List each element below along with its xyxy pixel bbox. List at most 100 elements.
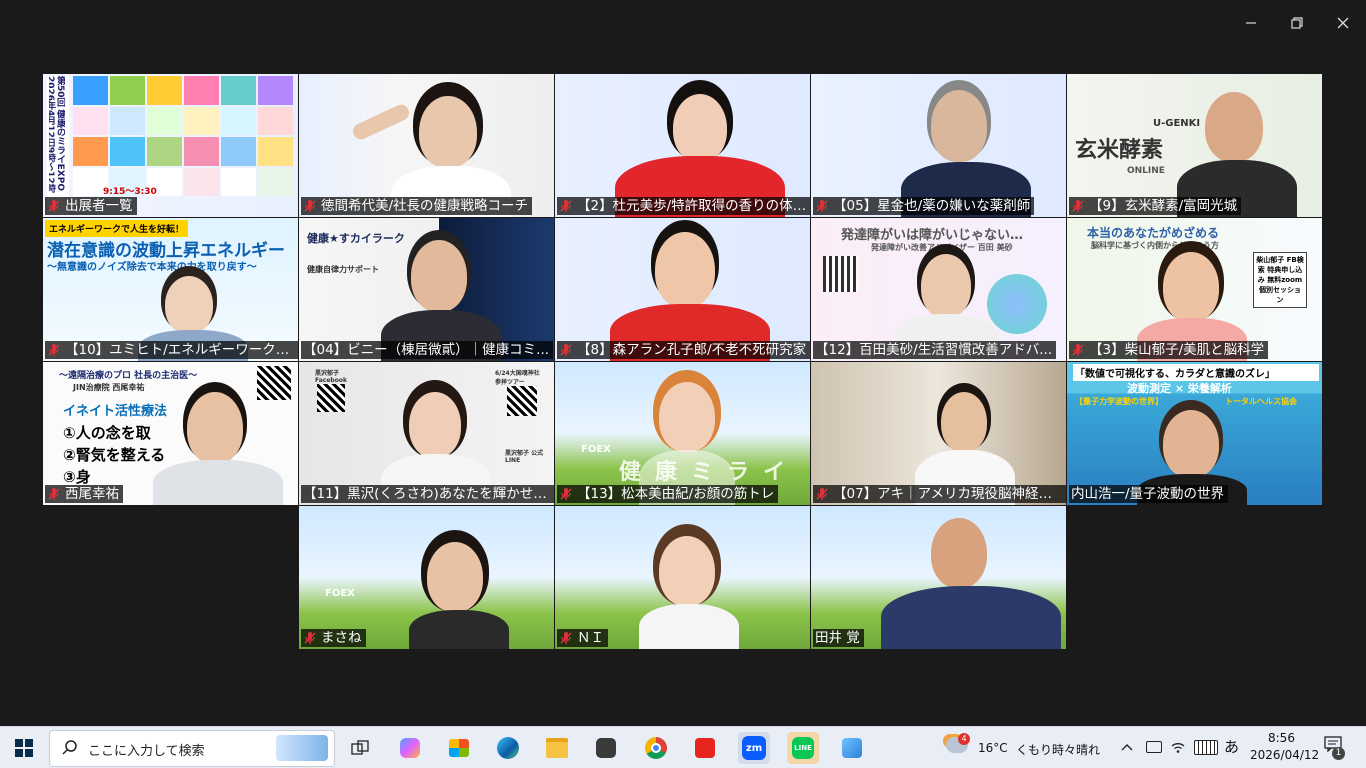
- acrobat-button[interactable]: [689, 732, 721, 764]
- minimize-icon: [1246, 22, 1256, 24]
- participant-name: 【3】柴山郁子/美肌と脳科学: [1089, 342, 1265, 358]
- video-tile[interactable]: 第50回 健康のミライEXPO 2026年4月12日9時〜12時 9:15〜3:…: [43, 74, 298, 217]
- start-button[interactable]: [8, 732, 40, 764]
- app2-button[interactable]: [836, 732, 868, 764]
- video-tile[interactable]: 【07】アキ｜アメリカ現役脳神経科...: [811, 362, 1066, 505]
- chrome-icon: [645, 737, 667, 759]
- participant-face: [931, 518, 987, 588]
- minimize-button[interactable]: [1236, 8, 1266, 38]
- notification-button[interactable]: 1: [1324, 736, 1350, 760]
- participant-name: ＮＩ: [577, 630, 604, 646]
- edge-icon: [497, 737, 519, 759]
- ime-indicator[interactable]: あ: [1224, 736, 1239, 757]
- video-tile[interactable]: 「数値で可視化する、カラダと意識のズレ」 波動測定 × 栄養解析 【量子力学波動…: [1067, 362, 1322, 505]
- video-tile[interactable]: 【05】星金也/薬の嫌いな薬剤師: [811, 74, 1066, 217]
- app-button[interactable]: [590, 732, 622, 764]
- expo-vertical-text: 第50回 健康のミライEXPO 2026年4月12日9時〜12時: [49, 76, 65, 193]
- participant-name-bar: 【12】百田美砂/生活習慣改善アドバ...: [813, 341, 1057, 359]
- battery-icon[interactable]: [1146, 741, 1162, 753]
- show-hidden-icons-button[interactable]: [1120, 739, 1134, 753]
- video-tile[interactable]: 健康★すカイラーク 健康自律力サポート 【04】ビニー（棟居微貳）｜健康コミ..…: [299, 218, 554, 361]
- search-highlight-icon: [276, 735, 328, 761]
- participant-face: [941, 392, 987, 452]
- store-button[interactable]: [443, 732, 475, 764]
- video-tile[interactable]: 〜遠隔治療のプロ 社長の主治医〜 JIN治療院 西尾幸祐 イネイト活性療法 ①人…: [43, 362, 298, 505]
- participant-face: [187, 392, 243, 464]
- jin-text: JIN治療院 西尾幸祐: [73, 383, 145, 392]
- participant-face: [1163, 252, 1219, 322]
- video-tile[interactable]: 黒沢郁子 Facebook 6/24大国魂神社 参拝ツアー 黒沢郁子 公式LIN…: [299, 362, 554, 505]
- video-tile[interactable]: 発達障がいは障がいじゃない… 発達障がい改善アドバイザー 百田 美砂 【12】百…: [811, 218, 1066, 361]
- clock-time[interactable]: 8:56: [1268, 731, 1295, 745]
- video-tile[interactable]: 本当のあなたがめざめる 脳科学に基づく内側からととのう方 柴山郁子 FB検索 特…: [1067, 218, 1322, 361]
- video-tile[interactable]: 徳間希代美/社長の健康戦略コーチ: [299, 74, 554, 217]
- energy-subtitle: 〜無意識のノイズ除去で本来の力を取り戻す〜: [47, 262, 257, 273]
- video-tile[interactable]: 【8】森アラン孔子郎/不老不死研究家: [555, 218, 810, 361]
- participant-face: [921, 254, 971, 318]
- taskbar: ここに入力して検索 zm LINE 4 16°C くもり時々晴れ あ 8:56 …: [0, 726, 1366, 768]
- mic-muted-icon: [816, 200, 828, 212]
- participant-name-bar: 【2】杜元美歩/特許取得の香りの体質...: [557, 197, 810, 215]
- close-icon: [1337, 17, 1349, 29]
- video-tile[interactable]: 玄米酵素 U-GENKI ONLINE 【9】玄米酵素/富岡光城: [1067, 74, 1322, 217]
- mic-muted-icon: [560, 488, 572, 500]
- file-explorer-button[interactable]: [541, 732, 573, 764]
- keyboard-icon[interactable]: [1194, 740, 1218, 755]
- mic-muted-icon: [816, 488, 828, 500]
- notification-count: 1: [1332, 747, 1345, 760]
- search-placeholder: ここに入力して検索: [88, 744, 205, 759]
- edge-button[interactable]: [492, 732, 524, 764]
- ineito-line-3: ③身: [63, 468, 91, 486]
- ineito-text: イネイト活性療法: [63, 404, 168, 419]
- mic-muted-icon: [304, 632, 316, 644]
- windows-logo-icon: [15, 739, 33, 757]
- expo-times: 9:15〜3:30: [103, 187, 157, 197]
- shibayama-card: 柴山郁子 FB検索 特典申し込み 無料zoom 個別セッション: [1253, 252, 1307, 308]
- hado-right: トータルヘルス協会: [1225, 397, 1297, 406]
- participant-name-bar: まさね: [301, 629, 366, 647]
- participant-face: [409, 392, 461, 458]
- hattatsu-title: 発達障がいは障がいじゃない…: [841, 228, 1024, 243]
- mic-muted-icon: [1072, 344, 1084, 356]
- participant-name-bar: 内山浩一/量子波動の世界: [1069, 485, 1229, 503]
- genmai-text: 玄米酵素: [1075, 138, 1164, 163]
- weather-widget[interactable]: 4 16°C くもり時々晴れ: [944, 733, 1104, 763]
- video-tile[interactable]: FOEX まさね: [299, 506, 554, 649]
- search-box[interactable]: ここに入力して検索: [49, 730, 335, 767]
- task-view-button[interactable]: [344, 732, 376, 764]
- video-tile-active-speaker[interactable]: 田井 覚: [811, 506, 1066, 649]
- participant-name: 田井 覚: [815, 630, 860, 646]
- clock-date[interactable]: 2026/04/12: [1250, 748, 1319, 762]
- foex-text: FOEX: [325, 588, 355, 599]
- video-tile[interactable]: エネルギーワークで人生を好転！ 潜在意識の波動上昇エネルギー 〜無意識のノイズ除…: [43, 218, 298, 361]
- participant-name-bar: 田井 覚: [813, 629, 864, 647]
- zoom-button[interactable]: zm: [738, 732, 770, 764]
- participant-name: 【07】アキ｜アメリカ現役脳神経科...: [833, 486, 1064, 502]
- chrome-button[interactable]: [640, 732, 672, 764]
- line-button[interactable]: LINE: [787, 732, 819, 764]
- participant-name: 【9】玄米酵素/富岡光城: [1089, 198, 1238, 214]
- participant-face: [659, 536, 715, 606]
- mic-muted-icon: [560, 344, 572, 356]
- app2-icon: [842, 738, 862, 758]
- participant-face: [419, 96, 477, 168]
- video-tile[interactable]: ＮＩ: [555, 506, 810, 649]
- ineito-line-1: ①人の念を取: [63, 424, 151, 442]
- restore-button[interactable]: [1282, 8, 1312, 38]
- participant-name: 西尾幸祐: [65, 486, 119, 502]
- wifi-icon[interactable]: [1170, 739, 1186, 753]
- search-icon: [62, 740, 77, 755]
- hontou-subtitle: 脳科学に基づく内側からととのう方: [1091, 241, 1219, 250]
- participant-name-bar: 【05】星金也/薬の嫌いな薬剤師: [813, 197, 1035, 215]
- video-tile[interactable]: 【2】杜元美歩/特許取得の香りの体質...: [555, 74, 810, 217]
- mic-muted-icon: [304, 200, 316, 212]
- participant-name-bar: 徳間希代美/社長の健康戦略コーチ: [301, 197, 533, 215]
- participant-name: まさね: [321, 630, 362, 646]
- weather-temp: 16°C: [978, 741, 1008, 755]
- close-button[interactable]: [1328, 8, 1358, 38]
- participant-name-bar: 【13】松本美由紀/お顔の筋トレ: [557, 485, 779, 503]
- video-tile[interactable]: FOEX 健康ミライ 【13】松本美由紀/お顔の筋トレ: [555, 362, 810, 505]
- participant-name-bar: 【9】玄米酵素/富岡光城: [1069, 197, 1242, 215]
- copilot-button[interactable]: [394, 732, 426, 764]
- kurosawa-tour-text: 6/24大国魂神社 参拝ツアー: [495, 370, 540, 386]
